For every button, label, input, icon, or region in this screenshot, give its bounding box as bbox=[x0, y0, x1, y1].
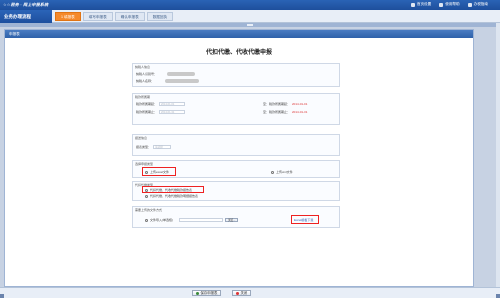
save-button[interactable]: 保存申报表 bbox=[192, 290, 222, 296]
step-4[interactable]: 数据回执 bbox=[146, 12, 174, 21]
panel-header: 申报表 bbox=[5, 30, 473, 38]
taxpayer-id-label: 纳税人识别号： bbox=[136, 72, 158, 76]
help-icon bbox=[439, 2, 444, 7]
save-icon bbox=[196, 291, 199, 295]
flow-title: 业务办理流程 bbox=[0, 10, 52, 23]
home-icon bbox=[410, 2, 415, 7]
help-link[interactable]: 使用帮助 bbox=[439, 2, 460, 7]
home-settings-link[interactable]: 首页设置 bbox=[410, 2, 432, 7]
taxpayer-id-row: 纳税人识别号： bbox=[136, 72, 196, 76]
upload-section-label: 需要上传的文件方式 bbox=[135, 208, 163, 212]
top-header: ☆☆税务 · 网上申报系统 首页设置 使用帮助 办税指南 bbox=[0, 0, 500, 10]
method-xml-option[interactable]: 上传xml文件 bbox=[271, 170, 293, 174]
period-section-label: 税款所属期 bbox=[135, 95, 151, 99]
category-opt2-label: 代扣代缴、代收代缴税款明细报告表 bbox=[150, 194, 199, 198]
taxpayer-name-row: 纳税人名称： bbox=[136, 79, 200, 83]
sb-start-label: 至：税款所属期起： bbox=[263, 102, 291, 106]
report-section: 报送信息 报表类型： 请选择 bbox=[132, 134, 340, 156]
period-end-label: 税款所属期止： bbox=[136, 110, 158, 114]
highlight-box-template bbox=[291, 215, 319, 224]
report-type-row: 报表类型： 请选择 bbox=[136, 145, 172, 149]
collapse-handle-icon bbox=[247, 24, 253, 26]
taxpayer-section-label: 纳税人信息 bbox=[135, 65, 151, 69]
close-icon bbox=[236, 291, 239, 295]
sb-end-label: 至：税款所属期止： bbox=[263, 110, 291, 114]
home-settings-label: 首页设置 bbox=[416, 2, 432, 6]
close-button[interactable]: 关闭 bbox=[232, 290, 252, 296]
guide-label: 办税指南 bbox=[473, 2, 488, 6]
help-label: 使用帮助 bbox=[445, 2, 460, 6]
form-title: 代扣代缴、代收代缴申报 bbox=[205, 50, 272, 56]
upload-file-radio[interactable] bbox=[145, 218, 148, 222]
taxpayer-id-value bbox=[167, 72, 196, 76]
highlight-box-method bbox=[142, 167, 176, 176]
save-button-label: 保存申报表 bbox=[200, 290, 218, 295]
guide-link[interactable]: 办税指南 bbox=[467, 2, 488, 7]
report-type-label: 报表类型： bbox=[136, 145, 152, 149]
method-xml-label: 上传xml文件 bbox=[276, 170, 293, 174]
footer-bar: 保存申报表 关闭 bbox=[0, 287, 500, 298]
top-links: 首页设置 使用帮助 办税指南 bbox=[410, 2, 488, 7]
method-xml-radio[interactable] bbox=[271, 170, 274, 174]
period-end-row: 税款所属期止： 2014-01-31 bbox=[136, 110, 186, 114]
browse-button[interactable]: 浏览... bbox=[225, 218, 239, 222]
taxpayer-name-label: 纳税人名称： bbox=[136, 79, 155, 83]
report-section-label: 报送信息 bbox=[135, 136, 148, 140]
step-3[interactable]: 确认申报表 bbox=[114, 12, 145, 21]
upload-file-row: 文件导入(单选框) 浏览... bbox=[145, 218, 239, 222]
period-start-row: 税款所属期起： 2014-01-01 bbox=[136, 102, 186, 106]
taxpayer-section: 纳税人信息 纳税人识别号： 纳税人名称： bbox=[132, 63, 340, 87]
guide-icon bbox=[467, 2, 472, 7]
period-start-input[interactable]: 2014-01-01 bbox=[159, 102, 186, 106]
upload-section: 需要上传的文件方式 文件导入(单选框) 浏览... Excel模板下载 bbox=[132, 206, 340, 228]
main-panel: 申报表 代扣代缴、代收代缴申报 纳税人信息 纳税人识别号： 纳税人名称： 税款所… bbox=[4, 29, 474, 287]
period-start-label: 税款所属期起： bbox=[136, 102, 158, 106]
report-type-select[interactable]: 请选择 bbox=[153, 145, 172, 149]
sb-end-value: 2014-01-31 bbox=[292, 110, 308, 114]
category-opt2[interactable]: 代扣代缴、代收代缴税款明细报告表 bbox=[145, 194, 198, 198]
corner-left bbox=[0, 294, 4, 298]
method-section: 选择申报类型 上传excel文件 上传xml文件 bbox=[132, 160, 340, 178]
category-section: 代扣代缴类型 代扣代缴、代收代缴税款报告表 代扣代缴、代收代缴税款明细报告表 bbox=[132, 181, 340, 201]
upload-file-path-input[interactable] bbox=[179, 218, 223, 222]
brand-title: ☆☆税务 · 网上申报系统 bbox=[3, 2, 49, 7]
highlight-box-category bbox=[142, 186, 204, 193]
step-2[interactable]: 填写申报表 bbox=[82, 12, 113, 21]
taxpayer-name-value bbox=[165, 79, 200, 83]
sb-start-value: 2014-01-01 bbox=[292, 102, 308, 106]
vertical-scrollbar[interactable] bbox=[496, 23, 500, 287]
period-section: 税款所属期 税款所属期起： 2014-01-01 至：税款所属期起： 2014-… bbox=[132, 93, 340, 125]
upload-file-label: 文件导入(单选框) bbox=[150, 218, 173, 222]
period-end-input[interactable]: 2014-01-31 bbox=[159, 110, 186, 114]
corner-right bbox=[496, 294, 500, 298]
sb-end-row: 至：税款所属期止： 2014-01-31 bbox=[263, 110, 307, 114]
step-list: 1 填报表 填写申报表 确认申报表 数据回执 bbox=[55, 12, 174, 21]
method-section-label: 选择申报类型 bbox=[135, 162, 154, 166]
category-opt2-radio[interactable] bbox=[145, 194, 148, 198]
close-button-label: 关闭 bbox=[240, 290, 248, 295]
collapse-toggle[interactable] bbox=[0, 23, 500, 27]
step-1[interactable]: 1 填报表 bbox=[55, 12, 81, 21]
step-nav: 业务办理流程 1 填报表 填写申报表 确认申报表 数据回执 bbox=[0, 10, 500, 23]
sb-start-row: 至：税款所属期起： 2014-01-01 bbox=[263, 102, 307, 106]
